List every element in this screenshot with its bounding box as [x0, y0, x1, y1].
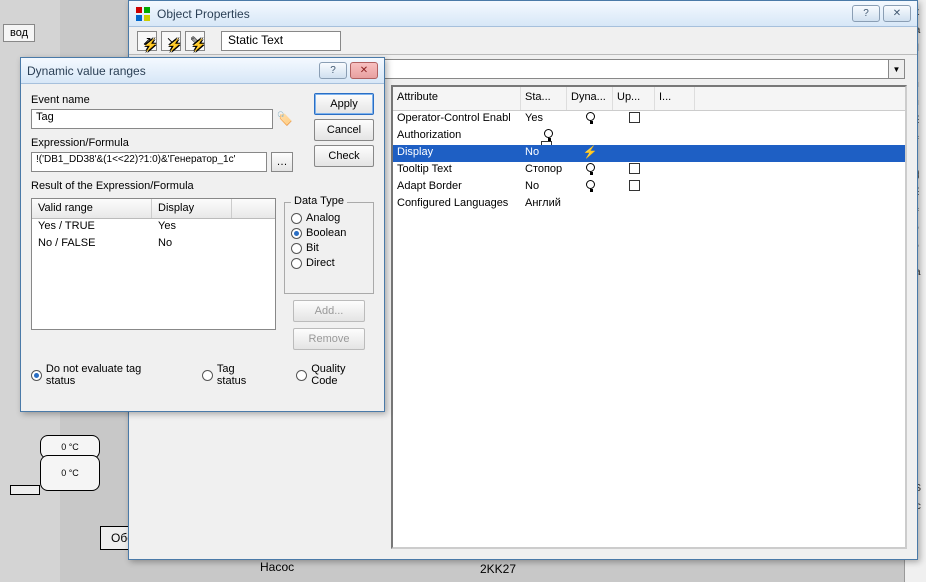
- result-row[interactable]: No / FALSENo: [32, 236, 275, 253]
- col-valid-range[interactable]: Valid range: [32, 199, 152, 218]
- dynamize-edit-button[interactable]: ✎⚡: [185, 31, 205, 51]
- radio-boolean[interactable]: Boolean: [291, 227, 367, 239]
- result-table[interactable]: Valid range Display Yes / TRUEYesNo / FA…: [31, 198, 276, 330]
- bulb-icon: [586, 180, 595, 189]
- dynamic-value-ranges-dialog: Dynamic value ranges ? ✕ Apply Cancel Ch…: [20, 57, 385, 412]
- expression-browse-button[interactable]: …: [271, 152, 293, 172]
- help-button[interactable]: ?: [852, 5, 880, 22]
- col-update[interactable]: Up...: [613, 87, 655, 110]
- result-row[interactable]: Yes / TRUEYes: [32, 219, 275, 236]
- titlebar[interactable]: Object Properties ? ✕: [129, 1, 917, 27]
- expression-input[interactable]: !('DB1_DD38'&(1<<22)?1:0)&'Генератор_1c': [31, 152, 267, 172]
- col-display[interactable]: Display: [152, 199, 232, 218]
- dynamize-off-button[interactable]: ↗⚡: [137, 31, 157, 51]
- checkbox[interactable]: [629, 112, 640, 123]
- close-button[interactable]: ✕: [883, 5, 911, 22]
- bulb-icon: [586, 163, 595, 172]
- bg-label-1: вод: [3, 24, 35, 42]
- event-name-input[interactable]: Tag: [31, 109, 273, 129]
- prop-toolbar: ↗⚡ ↘⚡ ✎⚡ Static Text: [129, 27, 917, 55]
- result-label: Result of the Expression/Formula: [31, 180, 374, 192]
- radio-bit[interactable]: Bit: [291, 242, 367, 254]
- cancel-button[interactable]: Cancel: [314, 119, 374, 141]
- grid-row[interactable]: Adapt BorderNo: [393, 179, 905, 196]
- tag-icon[interactable]: 🏷️: [277, 111, 293, 127]
- radio-quality-code[interactable]: Quality Code: [296, 363, 374, 387]
- attributes-grid[interactable]: Attribute Sta... Dyna... Up... I... Oper…: [391, 85, 907, 549]
- app-icon: [135, 6, 151, 22]
- bg-label-3: Насос: [260, 560, 294, 574]
- grid-row[interactable]: Authorization: [393, 128, 905, 145]
- check-button[interactable]: Check: [314, 145, 374, 167]
- chevron-down-icon[interactable]: ▼: [888, 60, 904, 78]
- bg-label-4: 2KK27: [480, 562, 516, 576]
- radio-no-eval[interactable]: Do not evaluate tag status: [31, 363, 172, 387]
- grid-row[interactable]: Operator-Control EnablYes: [393, 111, 905, 128]
- grid-row[interactable]: DisplayNo⚡: [393, 145, 905, 162]
- object-type-box: Static Text: [221, 31, 341, 51]
- radio-analog[interactable]: Analog: [291, 212, 367, 224]
- dialog-title: Dynamic value ranges: [27, 64, 319, 78]
- bulb-icon: [544, 129, 553, 138]
- checkbox[interactable]: [629, 180, 640, 191]
- radio-tag-status[interactable]: Tag status: [202, 363, 266, 387]
- titlebar[interactable]: Dynamic value ranges ? ✕: [21, 58, 384, 84]
- checkbox[interactable]: [629, 163, 640, 174]
- grid-row[interactable]: Configured LanguagesАнглий: [393, 196, 905, 213]
- col-i[interactable]: I...: [655, 87, 695, 110]
- bolt-icon: ⚡: [583, 145, 598, 159]
- col-dynamic[interactable]: Dyna...: [567, 87, 613, 110]
- bulb-icon: [586, 112, 595, 121]
- radio-direct[interactable]: Direct: [291, 257, 367, 269]
- remove-button: Remove: [293, 328, 365, 350]
- data-type-label: Data Type: [291, 195, 347, 207]
- col-static[interactable]: Sta...: [521, 87, 567, 110]
- apply-button[interactable]: Apply: [314, 93, 374, 115]
- dynamize-on-button[interactable]: ↘⚡: [161, 31, 181, 51]
- motor-symbol: 0 °C 0 °C: [10, 430, 120, 510]
- col-attribute[interactable]: Attribute: [393, 87, 521, 110]
- grid-row[interactable]: Tooltip TextСтопор: [393, 162, 905, 179]
- help-button[interactable]: ?: [319, 62, 347, 79]
- add-button: Add...: [293, 300, 365, 322]
- window-title: Object Properties: [157, 7, 852, 21]
- close-button[interactable]: ✕: [350, 62, 378, 79]
